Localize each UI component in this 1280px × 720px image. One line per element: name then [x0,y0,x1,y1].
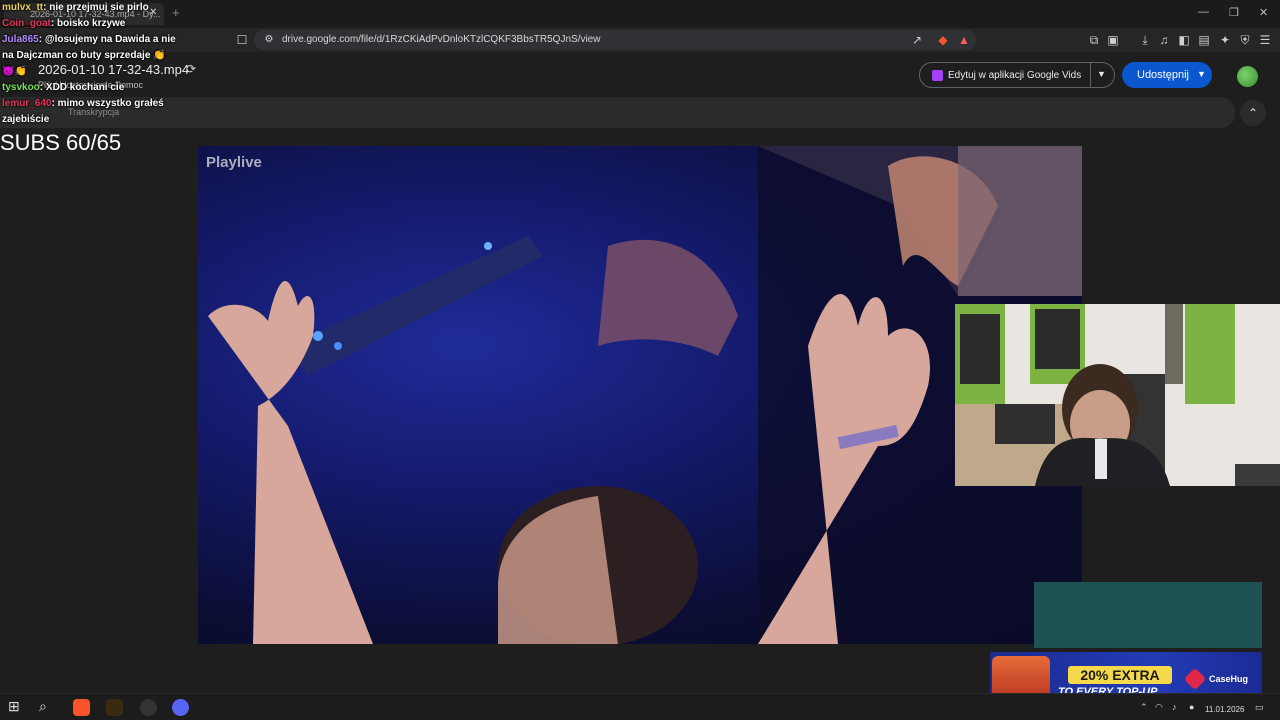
overlay-panel [1034,582,1262,648]
discord-icon[interactable] [172,699,189,716]
share-chevron-down-icon[interactable]: ▼ [1197,69,1206,79]
avatar[interactable] [1237,66,1258,87]
site-info-icon[interactable]: ⚙ [262,33,276,47]
drive-header: 2026-01-10 17-32-43.mp4 ⟳ Plik Udostępni… [0,52,1280,96]
music-icon[interactable]: ♫ [1157,33,1171,47]
download-icon[interactable]: ⤓ [1138,33,1152,47]
chat-username: Jula865 [2,34,39,45]
tabs-icon[interactable]: ▣ [1106,33,1120,47]
transcript-bar[interactable]: Transkrypcja [0,97,1235,128]
chat-text: nie przejmuj sie pirlo [49,2,149,13]
chat-message: mulvx_tt: nie przejmuj sie pirlo [2,2,149,13]
video-player[interactable]: Playlive [198,146,1082,644]
chat-overlay: mulvx_tt: nie przejmuj sie pirlo Coin_go… [2,0,177,128]
extensions-icon[interactable]: ⧉ [1087,33,1101,47]
app-icon[interactable] [106,699,123,716]
drive-sync-icon[interactable]: ⟳ [184,62,198,76]
chat-message: Coin_goat: boisko krzywe [2,18,126,29]
brave-browser-icon[interactable] [73,699,90,716]
browser-tab-strip: 2026-01-10 17-32-43.mp4 - Dy... ✕ + — ❐ … [0,0,1280,28]
subs-counter: SUBS 60/65 [0,130,122,155]
menu-icon[interactable]: ☰ [1258,33,1272,47]
chat-username: tysvkoo [2,82,40,93]
browser-toolbar: ☐ ⚙ drive.google.com/file/d/1RzCKiAdPvDn… [0,28,1280,52]
restore-button[interactable]: ❐ [1229,6,1239,19]
google-vids-icon [932,70,943,81]
button-divider [1090,63,1091,87]
brave-shields-icon[interactable]: ◆ [936,33,950,47]
video-watermark: Playlive [206,154,262,171]
tray-chevron-up-icon[interactable]: ⌃ [1140,702,1148,713]
share-label: Udostępnij [1137,69,1189,81]
webcam-feed [955,304,1280,486]
concert-scene [208,146,1082,644]
chat-username: lemur_640 [2,98,52,109]
edit-in-vids-label: Edytuj w aplikacji Google Vids [948,70,1082,81]
chat-username: Coin_goat [2,18,51,29]
volume-icon[interactable]: ♪ [1172,702,1177,712]
close-window-button[interactable]: ✕ [1259,6,1268,19]
minimize-button[interactable]: — [1198,6,1209,18]
notification-icon[interactable]: ▭ [1255,702,1264,713]
share-button[interactable]: Udostępnij ▼ [1122,62,1212,88]
taskbar-date: 11.01.2026 [1205,705,1245,714]
share-page-icon[interactable]: ↗ [910,33,924,47]
obs-icon[interactable] [140,699,157,716]
brave-rewards-icon[interactable]: ▲ [957,33,971,47]
chat-text: XDD kochani cie [45,82,125,93]
ad-brand: CaseHug [1209,674,1249,684]
bookmark-icon[interactable]: ☐ [235,33,249,47]
casehug-logo-icon [1183,667,1207,691]
chat-message: Jula865: @losujemy na Dawida a nie na Da… [2,34,176,77]
microphone-icon[interactable]: ● [1189,702,1194,712]
edit-in-vids-button[interactable]: Edytuj w aplikacji Google Vids ▼ [919,62,1115,88]
windows-start-icon[interactable]: ⊞ [8,698,25,715]
chat-username: mulvx_tt [2,2,44,13]
vpn-icon[interactable]: ⛨ [1238,33,1252,47]
chevron-down-icon[interactable]: ▼ [1097,69,1106,79]
chat-text: boisko krzywe [57,18,126,29]
collapse-chevron-up-icon[interactable]: ⌃ [1240,100,1266,126]
ad-headline: 20% EXTRA [1068,666,1172,684]
network-icon[interactable]: ◠ [1155,702,1163,713]
url-text: drive.google.com/file/d/1RzCKiAdPvDnloKT… [282,34,601,45]
screen: 2026-01-10 17-32-43.mp4 - Dy... ✕ + — ❐ … [0,0,1280,720]
address-bar[interactable]: ⚙ drive.google.com/file/d/1RzCKiAdPvDnlo… [254,30,976,50]
search-icon[interactable]: ⌕ [39,698,56,715]
sidebar-icon[interactable]: ◧ [1177,33,1191,47]
chat-message: lemur_640: mimo wszystko grałeś zajebiśc… [2,98,164,125]
leo-ai-icon[interactable]: ✦ [1218,33,1232,47]
webcam-scene [955,304,1280,486]
wallet-icon[interactable]: ▤ [1197,33,1211,47]
windows-taskbar: ⊞ ⌕ ⌃ ◠ ♪ ● 11.01.2026 ▭ [0,693,1280,720]
chat-message: tysvkoo: XDD kochani cie [2,82,125,93]
